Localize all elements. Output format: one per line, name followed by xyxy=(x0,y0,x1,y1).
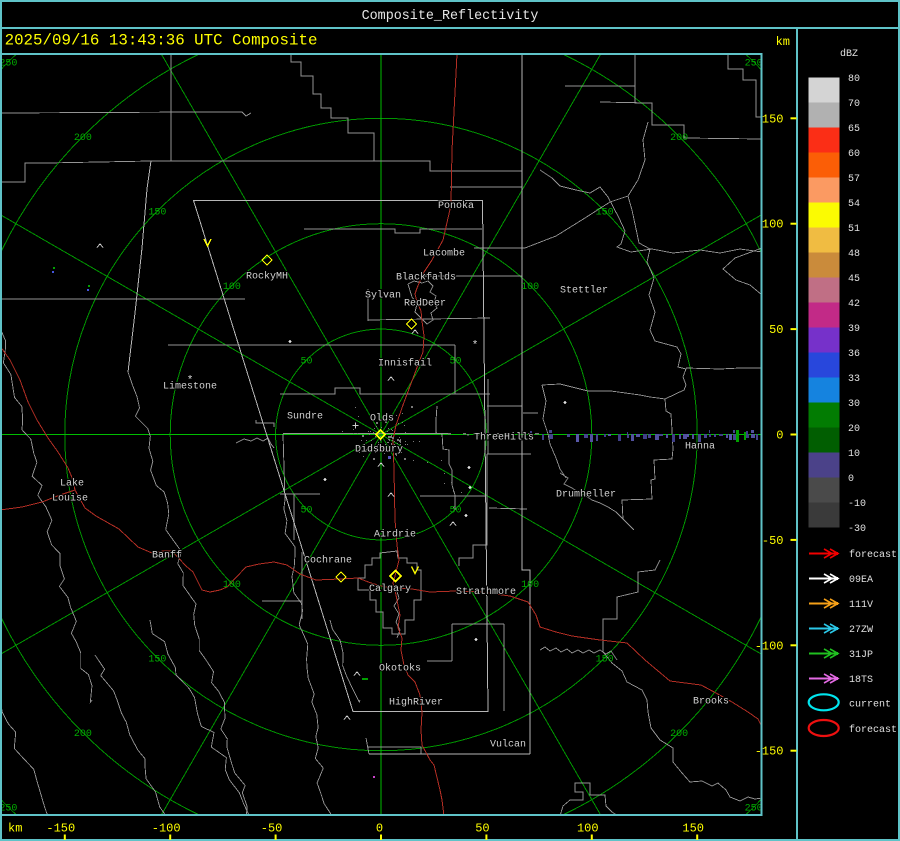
svg-text:Olds: Olds xyxy=(370,413,394,425)
svg-text:100: 100 xyxy=(223,282,241,293)
svg-text:150: 150 xyxy=(596,655,614,666)
svg-text:20: 20 xyxy=(848,424,860,435)
svg-text:0: 0 xyxy=(848,474,854,485)
svg-text:Hanna: Hanna xyxy=(685,442,715,453)
svg-text:70: 70 xyxy=(848,99,860,110)
svg-text:dBZ: dBZ xyxy=(840,48,858,60)
svg-text:Drumheller: Drumheller xyxy=(556,489,616,501)
svg-text:57: 57 xyxy=(848,174,860,185)
svg-text:2025/09/16 13:43:36 UTC Compos: 2025/09/16 13:43:36 UTC Composite xyxy=(5,32,318,50)
svg-text:Cochrane: Cochrane xyxy=(304,555,352,567)
svg-text:-150: -150 xyxy=(755,745,784,759)
svg-text:RockyMH: RockyMH xyxy=(246,271,288,283)
svg-text:150: 150 xyxy=(682,822,704,836)
svg-text:60: 60 xyxy=(848,149,860,160)
svg-text:39: 39 xyxy=(848,324,860,335)
svg-text:Strathmore: Strathmore xyxy=(456,586,516,598)
svg-text:30: 30 xyxy=(848,399,860,410)
svg-text:150: 150 xyxy=(148,655,166,666)
svg-text:-50: -50 xyxy=(261,822,283,836)
svg-text:forecast: forecast xyxy=(849,549,897,561)
svg-text:10: 10 xyxy=(848,449,860,460)
svg-text:100: 100 xyxy=(223,580,241,591)
svg-text:km: km xyxy=(8,822,22,836)
svg-text:Lacombe: Lacombe xyxy=(423,248,465,260)
svg-text:54: 54 xyxy=(848,199,860,210)
svg-text:Calgary: Calgary xyxy=(369,583,411,595)
svg-text:150: 150 xyxy=(148,207,166,218)
svg-text:HighRiver: HighRiver xyxy=(389,697,443,709)
svg-text:Innisfail: Innisfail xyxy=(378,358,432,370)
svg-text:250: 250 xyxy=(745,58,763,69)
svg-text:Didsbury: Didsbury xyxy=(355,444,403,456)
svg-text:Stettler: Stettler xyxy=(560,285,608,297)
svg-text:150: 150 xyxy=(596,207,614,218)
svg-text:100: 100 xyxy=(521,282,539,293)
svg-text:200: 200 xyxy=(670,729,688,740)
svg-text:ThreeHills: ThreeHills xyxy=(474,432,534,444)
svg-text:Limestone: Limestone xyxy=(163,381,217,393)
svg-text:RedDeer: RedDeer xyxy=(404,298,446,310)
svg-text:250: 250 xyxy=(0,58,17,69)
svg-text:50: 50 xyxy=(449,357,461,368)
svg-text:-50: -50 xyxy=(762,534,784,548)
svg-text:250: 250 xyxy=(745,804,763,815)
svg-text:09EA: 09EA xyxy=(849,575,873,586)
svg-text:50: 50 xyxy=(769,323,783,337)
svg-text:50: 50 xyxy=(300,357,312,368)
svg-text:km: km xyxy=(776,35,790,49)
svg-text:Airdrie: Airdrie xyxy=(374,529,416,541)
svg-text:36: 36 xyxy=(848,349,860,360)
svg-text:Blackfalds: Blackfalds xyxy=(396,272,456,284)
svg-text:48: 48 xyxy=(848,249,860,260)
svg-text:Louise: Louise xyxy=(52,493,88,505)
svg-text:50: 50 xyxy=(300,506,312,517)
svg-text:100: 100 xyxy=(521,580,539,591)
svg-text:0: 0 xyxy=(776,429,783,443)
svg-text:31JP: 31JP xyxy=(849,650,873,661)
svg-text:Lake: Lake xyxy=(60,478,84,490)
svg-text:Okotoks: Okotoks xyxy=(379,663,421,675)
svg-text:111V: 111V xyxy=(849,600,873,611)
svg-text:0: 0 xyxy=(376,822,383,836)
svg-text:Sundre: Sundre xyxy=(287,411,323,423)
svg-text:Banff: Banff xyxy=(152,550,182,562)
svg-text:50: 50 xyxy=(449,506,461,517)
svg-text:Vulcan: Vulcan xyxy=(490,739,526,751)
svg-text:forecast: forecast xyxy=(849,724,897,736)
svg-text:-150: -150 xyxy=(46,822,75,836)
svg-text:200: 200 xyxy=(670,133,688,144)
svg-text:-10: -10 xyxy=(848,499,866,510)
svg-text:27ZW: 27ZW xyxy=(849,625,873,636)
svg-text:50: 50 xyxy=(475,822,489,836)
svg-text:42: 42 xyxy=(848,299,860,310)
svg-text:-30: -30 xyxy=(848,524,866,535)
svg-text:-100: -100 xyxy=(152,822,181,836)
svg-text:200: 200 xyxy=(74,729,92,740)
svg-text:Ponoka: Ponoka xyxy=(438,200,474,212)
svg-text:250: 250 xyxy=(0,804,17,815)
svg-text:Brooks: Brooks xyxy=(693,696,729,708)
svg-text:150: 150 xyxy=(762,112,784,126)
svg-text:*: * xyxy=(472,340,479,352)
svg-text:45: 45 xyxy=(848,274,860,285)
svg-text:80: 80 xyxy=(848,74,860,85)
svg-text:33: 33 xyxy=(848,374,860,385)
svg-text:18TS: 18TS xyxy=(849,675,873,686)
svg-text:100: 100 xyxy=(762,218,784,232)
svg-text:Sylvan: Sylvan xyxy=(365,290,401,302)
svg-text:Composite_Reflectivity: Composite_Reflectivity xyxy=(362,9,539,24)
svg-text:51: 51 xyxy=(848,224,860,235)
svg-text:200: 200 xyxy=(74,133,92,144)
svg-text:-100: -100 xyxy=(755,639,784,653)
svg-text:current: current xyxy=(849,700,891,711)
svg-text:100: 100 xyxy=(577,822,599,836)
svg-text:65: 65 xyxy=(848,124,860,135)
